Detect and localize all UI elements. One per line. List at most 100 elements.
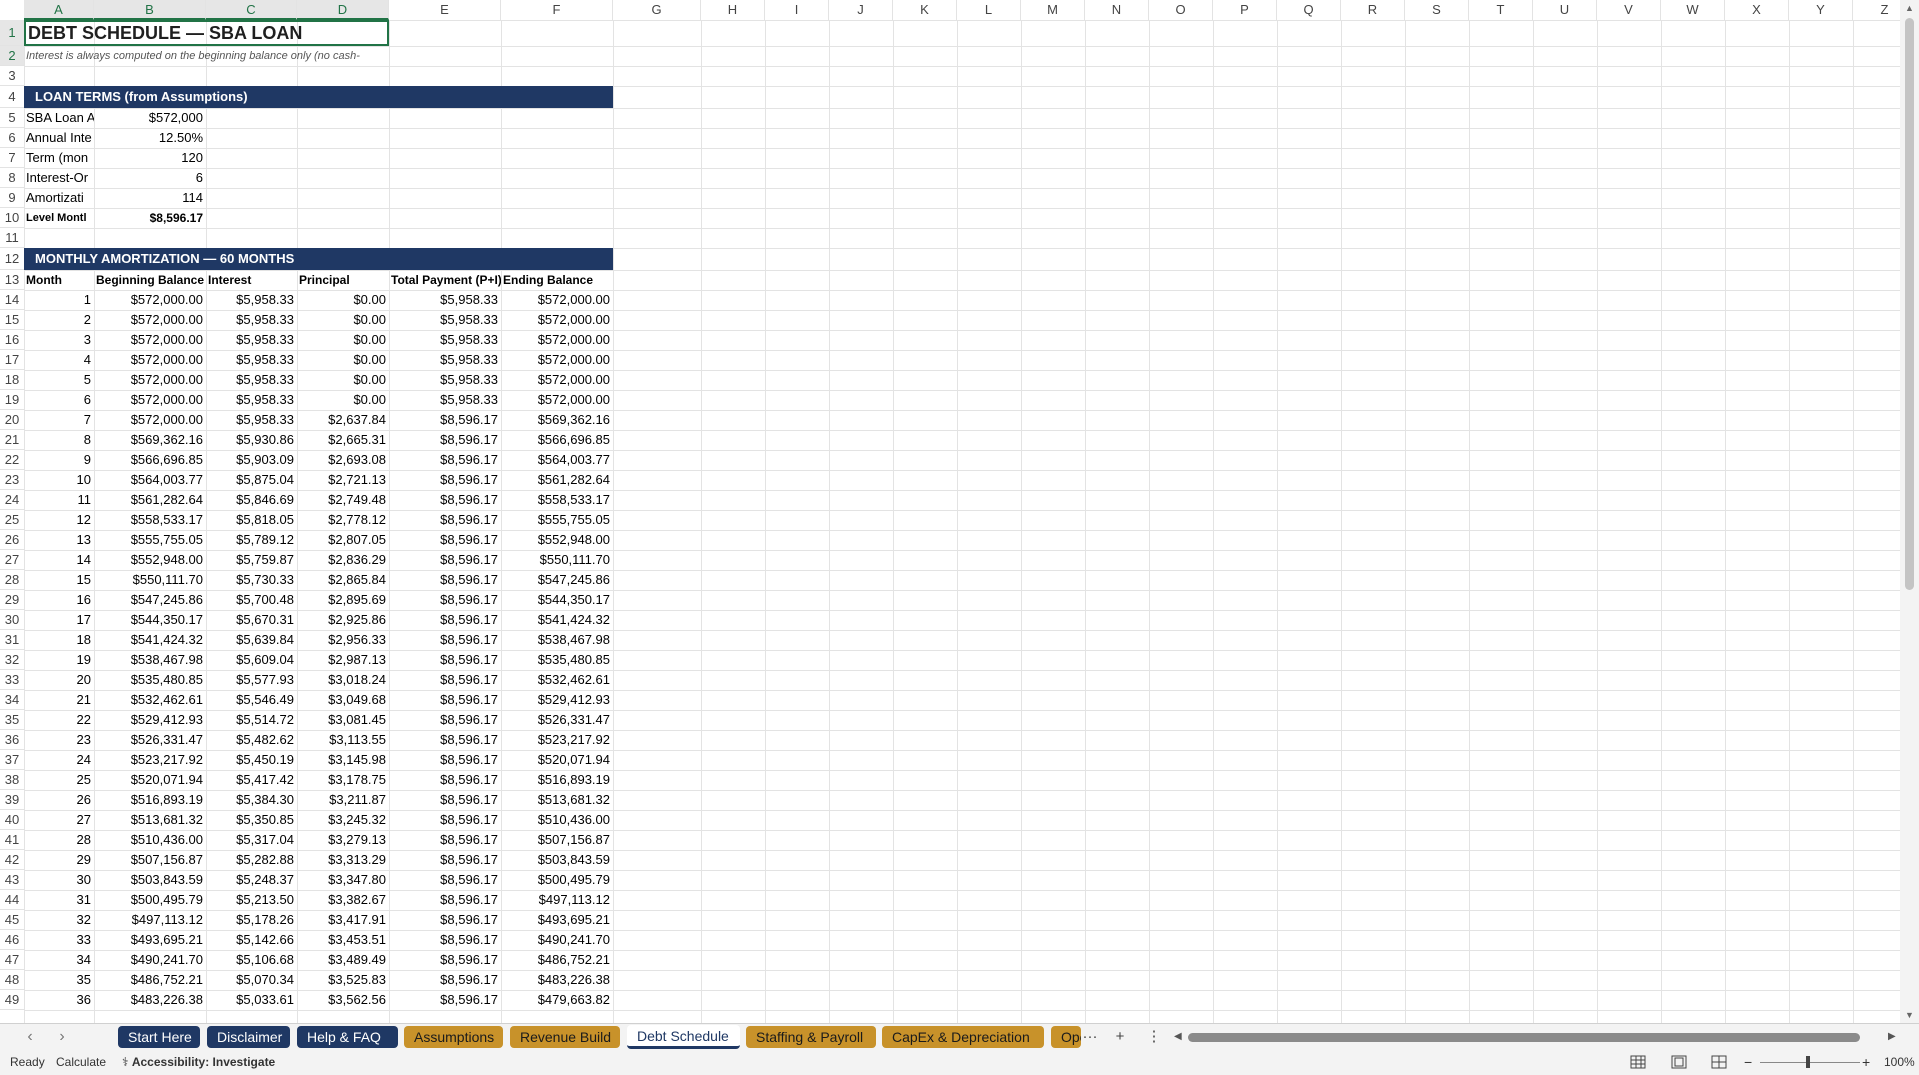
- amortization-cell[interactable]: $3,382.67: [297, 890, 389, 910]
- amortization-cell[interactable]: $493,695.21: [94, 930, 206, 950]
- amortization-cell[interactable]: $544,350.17: [501, 590, 613, 610]
- amortization-cell[interactable]: $8,596.17: [389, 470, 501, 490]
- amortization-cell[interactable]: $2,836.29: [297, 550, 389, 570]
- tab-scroll-left-icon[interactable]: ‹: [20, 1027, 40, 1047]
- amortization-cell[interactable]: $8,596.17: [389, 550, 501, 570]
- amortization-cell[interactable]: $8,596.17: [389, 570, 501, 590]
- amortization-cell[interactable]: $5,514.72: [206, 710, 297, 730]
- column-header-o[interactable]: O: [1149, 0, 1213, 20]
- amortization-cell[interactable]: $544,350.17: [94, 610, 206, 630]
- normal-view-icon[interactable]: [1630, 1055, 1646, 1069]
- amortization-cell[interactable]: 25: [24, 770, 94, 790]
- loan-term-value[interactable]: 114: [94, 188, 206, 208]
- column-header-g[interactable]: G: [613, 0, 701, 20]
- row-header[interactable]: 38: [0, 770, 24, 790]
- amortization-cell[interactable]: $547,245.86: [94, 590, 206, 610]
- amortization-cell[interactable]: $3,279.13: [297, 830, 389, 850]
- tab-disclaimer[interactable]: Disclaimer: [207, 1026, 290, 1048]
- amortization-cell[interactable]: $3,049.68: [297, 690, 389, 710]
- row-header[interactable]: 35: [0, 710, 24, 730]
- amortization-cell[interactable]: $5,958.33: [389, 370, 501, 390]
- column-header-f[interactable]: F: [501, 0, 613, 20]
- amortization-cell[interactable]: $526,331.47: [94, 730, 206, 750]
- amortization-cell[interactable]: $486,752.21: [501, 950, 613, 970]
- amortization-cell[interactable]: $8,596.17: [389, 890, 501, 910]
- amortization-header[interactable]: Interest: [206, 270, 297, 290]
- loan-term-label[interactable]: Annual Inte: [24, 128, 94, 148]
- amortization-cell[interactable]: $2,693.08: [297, 450, 389, 470]
- amortization-cell[interactable]: $8,596.17: [389, 450, 501, 470]
- column-header-s[interactable]: S: [1405, 0, 1469, 20]
- amortization-cell[interactable]: $513,681.32: [94, 810, 206, 830]
- amortization-cell[interactable]: $5,282.88: [206, 850, 297, 870]
- amortization-cell[interactable]: $538,467.98: [94, 650, 206, 670]
- amortization-cell[interactable]: $2,895.69: [297, 590, 389, 610]
- amortization-cell[interactable]: $2,807.05: [297, 530, 389, 550]
- tab-revenue-build[interactable]: Revenue Build: [510, 1026, 620, 1048]
- amortization-cell[interactable]: 5: [24, 370, 94, 390]
- amortization-cell[interactable]: $5,482.62: [206, 730, 297, 750]
- amortization-cell[interactable]: $8,596.17: [389, 770, 501, 790]
- amortization-cell[interactable]: $490,241.70: [94, 950, 206, 970]
- amortization-cell[interactable]: $5,930.86: [206, 430, 297, 450]
- amortization-cell[interactable]: $3,313.29: [297, 850, 389, 870]
- column-header-e[interactable]: E: [389, 0, 501, 20]
- amortization-cell[interactable]: $507,156.87: [501, 830, 613, 850]
- amortization-cell[interactable]: $8,596.17: [389, 930, 501, 950]
- amortization-cell[interactable]: $513,681.32: [501, 790, 613, 810]
- row-header[interactable]: 2: [0, 46, 24, 66]
- row-header[interactable]: 20: [0, 410, 24, 430]
- amortization-header[interactable]: Total Payment (P+I): [389, 270, 501, 290]
- row-header[interactable]: 13: [0, 270, 24, 290]
- amortization-cell[interactable]: $532,462.61: [501, 670, 613, 690]
- zoom-out-icon[interactable]: −: [1744, 1050, 1752, 1075]
- amortization-cell[interactable]: $572,000.00: [501, 350, 613, 370]
- add-sheet-icon[interactable]: +: [1110, 1027, 1130, 1047]
- horizontal-scrollbar[interactable]: ◀ ▶: [1174, 1031, 1900, 1043]
- amortization-cell[interactable]: $5,958.33: [389, 290, 501, 310]
- row-header[interactable]: 24: [0, 490, 24, 510]
- amortization-cell[interactable]: $5,789.12: [206, 530, 297, 550]
- amortization-cell[interactable]: $572,000.00: [501, 330, 613, 350]
- amortization-cell[interactable]: $8,596.17: [389, 690, 501, 710]
- loan-term-label[interactable]: SBA Loan A: [24, 108, 94, 128]
- loan-term-value[interactable]: $8,596.17: [94, 208, 206, 228]
- amortization-cell[interactable]: $572,000.00: [94, 310, 206, 330]
- row-header[interactable]: 23: [0, 470, 24, 490]
- amortization-cell[interactable]: $569,362.16: [501, 410, 613, 430]
- amortization-cell[interactable]: $0.00: [297, 370, 389, 390]
- amortization-cell[interactable]: $2,749.48: [297, 490, 389, 510]
- amortization-cell[interactable]: $5,875.04: [206, 470, 297, 490]
- column-header-p[interactable]: P: [1213, 0, 1277, 20]
- amortization-cell[interactable]: $5,213.50: [206, 890, 297, 910]
- amortization-cell[interactable]: $8,596.17: [389, 990, 501, 1010]
- column-header-b[interactable]: B: [94, 0, 206, 20]
- row-header[interactable]: 36: [0, 730, 24, 750]
- amortization-cell[interactable]: $510,436.00: [94, 830, 206, 850]
- amortization-cell[interactable]: 35: [24, 970, 94, 990]
- accessibility-status[interactable]: ⚕ Accessibility: Investigate: [122, 1050, 275, 1075]
- amortization-cell[interactable]: $490,241.70: [501, 930, 613, 950]
- row-header[interactable]: 31: [0, 630, 24, 650]
- tab-oper[interactable]: Oper: [1051, 1026, 1081, 1048]
- row-header[interactable]: 46: [0, 930, 24, 950]
- zoom-in-icon[interactable]: +: [1862, 1050, 1870, 1075]
- amortization-cell[interactable]: 36: [24, 990, 94, 1010]
- loan-term-label[interactable]: Level Montl: [24, 208, 94, 228]
- amortization-cell[interactable]: $523,217.92: [94, 750, 206, 770]
- amortization-cell[interactable]: $2,665.31: [297, 430, 389, 450]
- amortization-cell[interactable]: $8,596.17: [389, 750, 501, 770]
- amortization-cell[interactable]: $572,000.00: [94, 350, 206, 370]
- amortization-cell[interactable]: $3,081.45: [297, 710, 389, 730]
- amortization-cell[interactable]: $0.00: [297, 290, 389, 310]
- amortization-cell[interactable]: $535,480.85: [94, 670, 206, 690]
- spreadsheet-grid[interactable]: ABCDEFGHIJKLMNOPQRSTUVWXYZ 1 2 3 4 5 6 7 8 9 10 11…: [0, 0, 1900, 1023]
- row-header[interactable]: 4: [0, 86, 24, 108]
- amortization-cell[interactable]: $3,417.91: [297, 910, 389, 930]
- amortization-cell[interactable]: $503,843.59: [501, 850, 613, 870]
- scroll-up-icon[interactable]: ▲: [1900, 0, 1919, 16]
- amortization-cell[interactable]: $558,533.17: [501, 490, 613, 510]
- amortization-cell[interactable]: $5,903.09: [206, 450, 297, 470]
- amortization-cell[interactable]: $8,596.17: [389, 630, 501, 650]
- amortization-cell[interactable]: $3,489.49: [297, 950, 389, 970]
